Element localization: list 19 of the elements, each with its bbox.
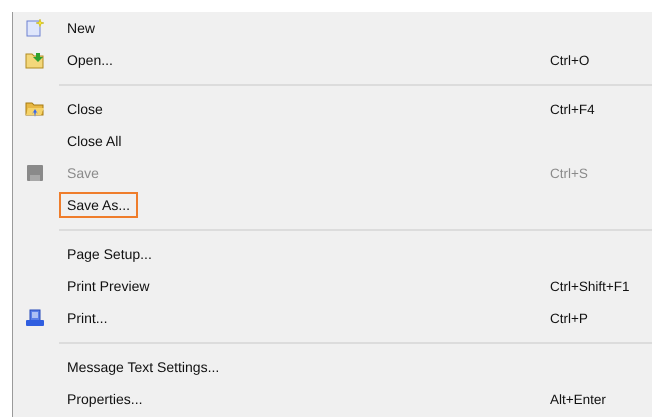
menu-item[interactable]: Close All <box>59 128 130 154</box>
shortcut-text: Ctrl+F4 <box>550 102 596 116</box>
menu-item[interactable]: Save As... <box>59 192 138 218</box>
menu-item[interactable]: New <box>59 15 104 41</box>
shortcut-text: Ctrl+S <box>550 166 589 180</box>
menu-item[interactable]: Close <box>59 96 111 122</box>
shortcut-text: Ctrl+P <box>550 310 589 326</box>
menu-item[interactable]: Open... <box>59 47 121 73</box>
menu-item[interactable]: Page Setup... <box>59 241 160 267</box>
menu-item[interactable]: Print Preview <box>59 273 158 299</box>
menu-item[interactable]: Properties... <box>59 386 150 412</box>
folder-icon <box>25 50 45 70</box>
menu-item[interactable]: Message Text Settings... <box>59 354 228 380</box>
shortcut-text: Ctrl+Shift+F1 <box>550 278 631 294</box>
new-document-icon <box>25 18 45 38</box>
printer-icon <box>25 308 45 328</box>
shortcut-text: Ctrl+O <box>550 52 590 68</box>
shortcut-text: Alt+Enter <box>550 392 607 406</box>
menu-item[interactable]: Print... <box>59 305 116 331</box>
